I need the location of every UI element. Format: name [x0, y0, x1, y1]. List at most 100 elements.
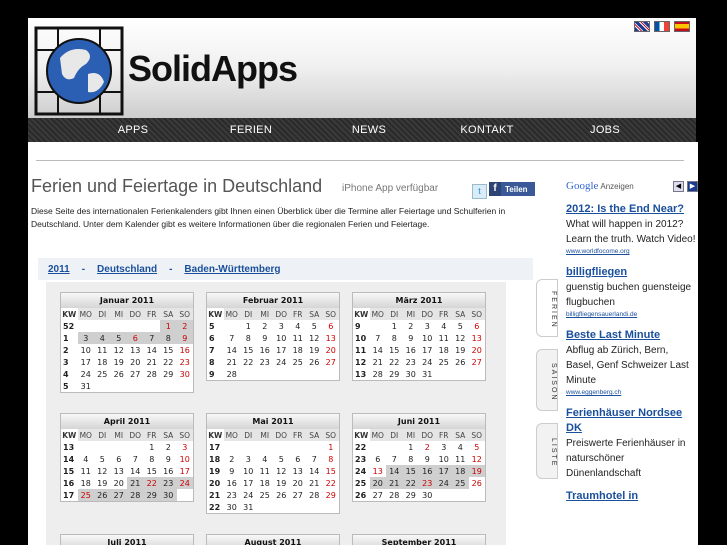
day-cell[interactable]: 6 — [370, 453, 387, 465]
day-cell[interactable]: 27 — [110, 489, 127, 501]
fr-flag-icon[interactable] — [654, 21, 670, 32]
day-cell[interactable]: 28 — [144, 368, 161, 380]
day-cell[interactable]: 25 — [77, 489, 94, 501]
day-cell[interactable]: 4 — [436, 320, 453, 332]
day-cell[interactable]: 3 — [240, 453, 257, 465]
day-cell[interactable]: 19 — [111, 356, 128, 368]
day-cell[interactable]: 17 — [78, 356, 95, 368]
day-cell[interactable]: 4 — [290, 320, 307, 332]
day-cell[interactable]: 3 — [273, 320, 290, 332]
day-cell[interactable]: 1 — [386, 320, 403, 332]
day-cell[interactable]: 20 — [323, 344, 340, 356]
day-cell[interactable]: 7 — [370, 332, 387, 344]
day-cell[interactable]: 4 — [257, 453, 274, 465]
day-cell[interactable]: 3 — [436, 441, 453, 453]
day-cell[interactable]: 1 — [144, 441, 161, 453]
day-cell[interactable]: 16 — [177, 344, 194, 356]
day-cell[interactable]: 2 — [224, 453, 241, 465]
day-cell[interactable]: 29 — [160, 368, 177, 380]
day-cell[interactable]: 19 — [468, 465, 485, 477]
day-cell[interactable]: 18 — [257, 477, 274, 489]
day-cell[interactable]: 28 — [127, 489, 144, 501]
day-cell[interactable]: 26 — [452, 356, 469, 368]
day-cell[interactable]: 12 — [273, 465, 290, 477]
nav-item-ferien[interactable]: FERIEN — [192, 118, 310, 142]
day-cell[interactable]: 9 — [419, 453, 436, 465]
day-cell[interactable]: 29 — [386, 368, 403, 380]
day-cell[interactable]: 27 — [469, 356, 486, 368]
day-cell[interactable]: 7 — [306, 453, 323, 465]
day-cell[interactable]: 6 — [111, 453, 128, 465]
day-cell[interactable]: 9 — [224, 465, 241, 477]
day-cell[interactable]: 22 — [386, 356, 403, 368]
ad-next-icon[interactable]: ▶ — [687, 181, 698, 192]
day-cell[interactable]: 24 — [435, 477, 452, 489]
day-cell[interactable]: 17 — [273, 344, 290, 356]
day-cell[interactable]: 15 — [240, 344, 257, 356]
day-cell[interactable]: 13 — [370, 465, 387, 477]
day-cell[interactable]: 24 — [176, 477, 193, 489]
day-cell[interactable]: 13 — [111, 465, 128, 477]
day-cell[interactable]: 12 — [469, 453, 486, 465]
nav-item-kontakt[interactable]: KONTAKT — [428, 118, 546, 142]
day-cell[interactable]: 18 — [436, 344, 453, 356]
day-cell[interactable]: 13 — [290, 465, 307, 477]
day-cell[interactable]: 5 — [452, 320, 469, 332]
day-cell[interactable]: 28 — [306, 489, 323, 501]
day-cell[interactable]: 23 — [403, 356, 420, 368]
ad-url[interactable]: billigfliegensauerlandi.de — [566, 310, 698, 320]
logo-text[interactable]: SolidApps — [128, 48, 298, 90]
day-cell[interactable]: 14 — [224, 344, 241, 356]
day-cell[interactable]: 8 — [240, 332, 257, 344]
day-cell[interactable]: 15 — [386, 344, 403, 356]
day-cell[interactable]: 24 — [240, 489, 257, 501]
day-cell[interactable]: 22 — [402, 477, 419, 489]
day-cell[interactable]: 19 — [452, 344, 469, 356]
day-cell[interactable]: 20 — [111, 477, 128, 489]
day-cell[interactable]: 22 — [323, 477, 340, 489]
breadcrumb-year[interactable]: 2011 — [48, 264, 70, 275]
ad-title[interactable]: Ferienhäuser Nordsee DK — [566, 406, 698, 436]
day-cell[interactable]: 27 — [370, 489, 387, 501]
day-cell[interactable]: 10 — [419, 332, 436, 344]
day-cell[interactable]: 5 — [94, 453, 111, 465]
tab-liste[interactable]: LISTE — [536, 423, 558, 479]
day-cell[interactable]: 24 — [273, 356, 290, 368]
day-cell[interactable]: 13 — [127, 344, 144, 356]
day-cell[interactable]: 2 — [403, 320, 420, 332]
day-cell[interactable]: 4 — [452, 441, 469, 453]
day-cell[interactable]: 17 — [177, 465, 194, 477]
day-cell[interactable]: 5 — [273, 453, 290, 465]
day-cell[interactable]: 16 — [419, 465, 436, 477]
day-cell[interactable]: 8 — [386, 332, 403, 344]
twitter-icon[interactable]: t — [472, 184, 487, 199]
day-cell[interactable]: 31 — [240, 501, 257, 513]
day-cell[interactable]: 2 — [419, 441, 436, 453]
day-cell[interactable]: 16 — [257, 344, 274, 356]
day-cell[interactable]: 1 — [323, 441, 340, 453]
day-cell[interactable]: 15 — [323, 465, 340, 477]
ad-title[interactable]: billigfliegen — [566, 265, 698, 280]
day-cell[interactable]: 19 — [94, 477, 111, 489]
breadcrumb-country[interactable]: Deutschland — [97, 264, 157, 275]
day-cell[interactable]: 27 — [127, 368, 144, 380]
day-cell[interactable]: 23 — [160, 477, 177, 489]
day-cell[interactable]: 14 — [370, 344, 387, 356]
day-cell[interactable]: 11 — [94, 344, 111, 356]
day-cell[interactable]: 24 — [419, 356, 436, 368]
day-cell[interactable]: 11 — [290, 332, 307, 344]
day-cell[interactable]: 21 — [224, 356, 241, 368]
day-cell[interactable]: 18 — [78, 477, 95, 489]
day-cell[interactable]: 26 — [111, 368, 128, 380]
day-cell[interactable]: 11 — [452, 453, 469, 465]
day-cell[interactable]: 1 — [403, 441, 420, 453]
day-cell[interactable]: 28 — [370, 368, 387, 380]
day-cell[interactable]: 12 — [452, 332, 469, 344]
day-cell[interactable]: 20 — [469, 344, 486, 356]
day-cell[interactable]: 9 — [257, 332, 274, 344]
day-cell[interactable]: 9 — [160, 453, 177, 465]
day-cell[interactable]: 15 — [402, 465, 419, 477]
day-cell[interactable]: 10 — [78, 344, 95, 356]
day-cell[interactable]: 3 — [77, 332, 94, 344]
day-cell[interactable]: 7 — [143, 332, 160, 344]
